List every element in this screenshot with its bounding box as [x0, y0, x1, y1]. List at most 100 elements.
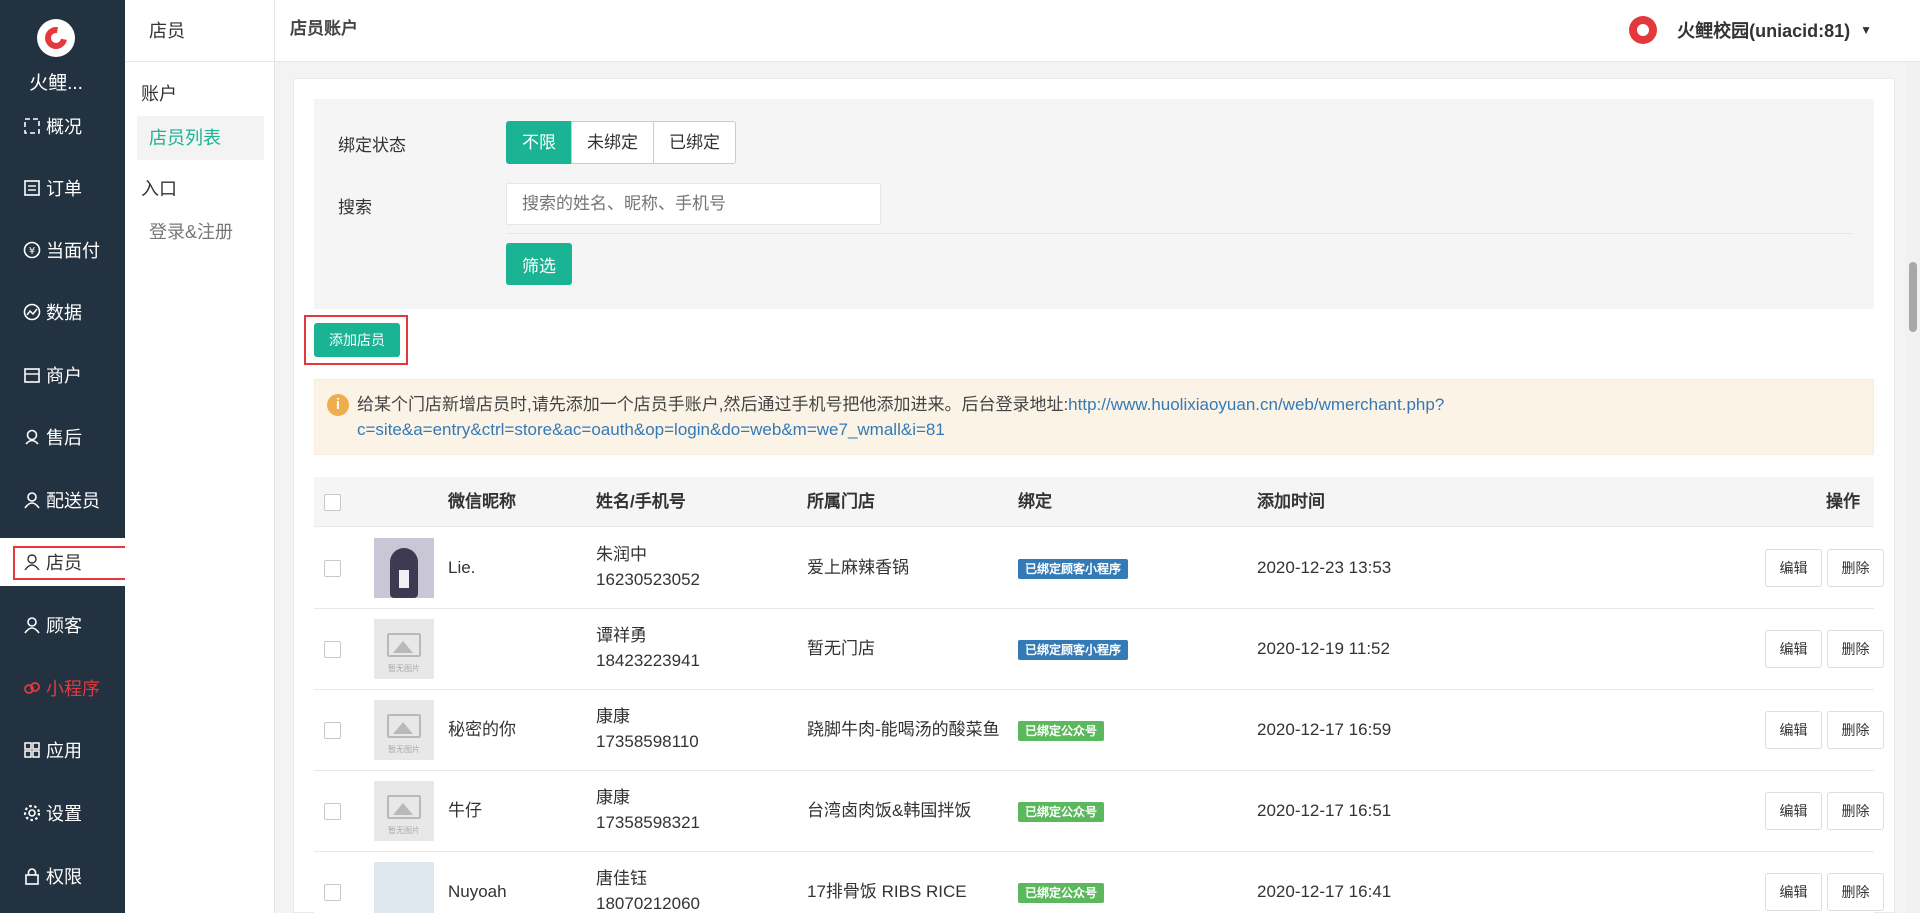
sidebar-item-label: 配送员: [46, 491, 100, 511]
status-badge: 已绑定公众号: [1018, 721, 1105, 741]
bind-option-unbound[interactable]: 未绑定: [571, 121, 654, 164]
sidebar-item-label: 订单: [46, 179, 82, 199]
edit-button[interactable]: 编辑: [1765, 549, 1822, 587]
sidebar-item-clerk[interactable]: 店员: [0, 538, 129, 586]
edit-button[interactable]: 编辑: [1765, 711, 1822, 749]
overview-icon: [22, 116, 42, 136]
row-store: 台湾卤肉饭&韩国拌饭: [807, 801, 972, 820]
sidebar-item-data[interactable]: 数据: [0, 288, 125, 336]
sidebar-item-label: 当面付: [46, 241, 100, 261]
brand-logo[interactable]: 火鲤...: [0, 0, 125, 100]
secondary-sidebar: 店员 账户 店员列表 入口 登录&注册: [125, 0, 275, 913]
bind-status-label: 绑定状态: [338, 136, 406, 155]
delete-button[interactable]: 删除: [1827, 711, 1884, 749]
sidebar-item-label: 设置: [46, 804, 82, 824]
account-dropdown[interactable]: 火鲤校园(uniacid:81) ▼: [1629, 0, 1872, 60]
row-checkbox[interactable]: [324, 722, 341, 739]
edit-button[interactable]: 编辑: [1765, 792, 1822, 830]
apps-icon: [22, 740, 42, 760]
sidebar-item-label: 小程序: [46, 679, 100, 699]
row-name-phone: 唐佳钰 18070212060: [596, 866, 700, 913]
sidebar-item-miniprogram[interactable]: 小程序: [0, 664, 125, 712]
row-phone: 16230523052: [596, 570, 701, 589]
sidebar-item-aftersale[interactable]: 售后: [0, 413, 125, 461]
sidebar-item-label: 售后: [46, 428, 82, 448]
delete-button[interactable]: 删除: [1827, 792, 1884, 830]
sidebar-item-facepay[interactable]: ¥ 当面付: [0, 226, 125, 274]
sidebar-item-label: 权限: [46, 867, 82, 887]
row-phone: 18423223941: [596, 651, 701, 670]
sidebar-item-courier[interactable]: 配送员: [0, 476, 125, 524]
table-row: 暂无图片 秘密的你 康康 17358598110 跷脚牛肉-能喝汤的酸菜鱼 已绑定…: [314, 690, 1884, 771]
sidebar-item-customer[interactable]: 顾客: [0, 601, 125, 649]
filter-button[interactable]: 筛选: [506, 243, 572, 285]
row-store: 暂无门店: [807, 639, 875, 658]
table-header: 微信昵称 姓名/手机号 所属门店 绑定 添加时间 操作: [314, 477, 1874, 527]
sidebar-item-orders[interactable]: 订单: [0, 164, 125, 212]
row-store: 爱上麻辣香锅: [807, 558, 909, 577]
col-store: 所属门店: [807, 492, 875, 511]
avatar: [374, 862, 434, 913]
select-all-checkbox[interactable]: [324, 494, 341, 511]
row-nickname: 牛仔: [448, 801, 482, 820]
search-label: 搜索: [338, 198, 372, 217]
submenu-item-login-register[interactable]: 登录&注册: [137, 210, 264, 254]
sidebar-item-overview[interactable]: 概况: [0, 102, 125, 150]
sidebar-item-settings[interactable]: 设置: [0, 789, 125, 837]
row-nickname: Lie.: [448, 558, 476, 577]
gear-icon: [22, 803, 42, 823]
row-name: 谭祥勇: [596, 626, 647, 645]
search-input[interactable]: [506, 183, 881, 225]
row-phone: 17358598321: [596, 813, 701, 832]
account-logo-icon: [1629, 16, 1658, 44]
submenu-group-account: 账户: [141, 84, 177, 104]
col-added-time: 添加时间: [1257, 492, 1325, 511]
highlight-box: [13, 546, 129, 580]
col-action: 操作: [1826, 492, 1860, 511]
avatar: 暂无图片: [374, 619, 434, 679]
table-row: 暂无图片 牛仔 康康 17358598321 台湾卤肉饭&韩国拌饭 已绑定公众号 …: [314, 771, 1884, 852]
row-name: 朱润中: [596, 545, 647, 564]
edit-button[interactable]: 编辑: [1765, 630, 1822, 668]
row-name: 康康: [596, 788, 630, 807]
order-icon: [22, 178, 42, 198]
sidebar-item-apps[interactable]: 应用: [0, 726, 125, 774]
sidebar-item-label: 应用: [46, 741, 82, 761]
submenu-title: 店员: [125, 0, 275, 62]
image-placeholder-icon: [387, 795, 421, 819]
sidebar-item-merchant[interactable]: 商户: [0, 351, 125, 399]
row-phone: 18070212060: [596, 894, 701, 913]
brand-name: 火鲤...: [29, 73, 83, 94]
lock-icon: [22, 866, 42, 886]
chevron-down-icon: ▼: [1860, 23, 1872, 37]
status-badge: 已绑定顾客小程序: [1018, 559, 1129, 579]
placeholder-caption: 暂无图片: [388, 664, 420, 673]
row-checkbox[interactable]: [324, 803, 341, 820]
row-time: 2020-12-17 16:51: [1257, 801, 1392, 820]
bind-option-bound[interactable]: 已绑定: [653, 121, 736, 164]
bind-option-all[interactable]: 不限: [506, 121, 572, 164]
sidebar-item-permission[interactable]: 权限: [0, 852, 125, 900]
add-clerk-button[interactable]: 添加店员: [314, 323, 400, 357]
logo-icon: [37, 19, 75, 57]
scrollbar-thumb[interactable]: [1909, 262, 1917, 332]
notice-text: 给某个门店新增店员时,请先添加一个店员手账户,然后通过手机号把他添加进来。后台登…: [357, 392, 1857, 442]
row-checkbox[interactable]: [324, 641, 341, 658]
row-checkbox[interactable]: [324, 884, 341, 901]
sidebar-item-label: 概况: [46, 117, 82, 137]
submenu-item-clerk-list[interactable]: 店员列表: [137, 116, 264, 160]
row-checkbox[interactable]: [324, 560, 341, 577]
edit-button[interactable]: 编辑: [1765, 873, 1822, 911]
sidebar-item-label: 商户: [46, 366, 82, 386]
main-sidebar: 火鲤... 概况 订单 ¥ 当面付 数据 商户 售后 配送员 店员 顾客 小程序: [0, 0, 129, 913]
delete-button[interactable]: 删除: [1827, 630, 1884, 668]
page-scrollbar[interactable]: [1906, 62, 1920, 913]
row-time: 2020-12-17 16:41: [1257, 882, 1392, 901]
content-panel: 绑定状态 不限 未绑定 已绑定 搜索 筛选 添加店员 i 给某个门店新增店员时,…: [293, 78, 1895, 913]
col-name-phone: 姓名/手机号: [596, 492, 686, 511]
delete-button[interactable]: 删除: [1827, 549, 1884, 587]
yen-icon: ¥: [22, 240, 42, 260]
account-name: 火鲤校园(uniacid:81): [1677, 21, 1851, 41]
delete-button[interactable]: 删除: [1827, 873, 1884, 911]
image-placeholder-icon: [387, 633, 421, 657]
